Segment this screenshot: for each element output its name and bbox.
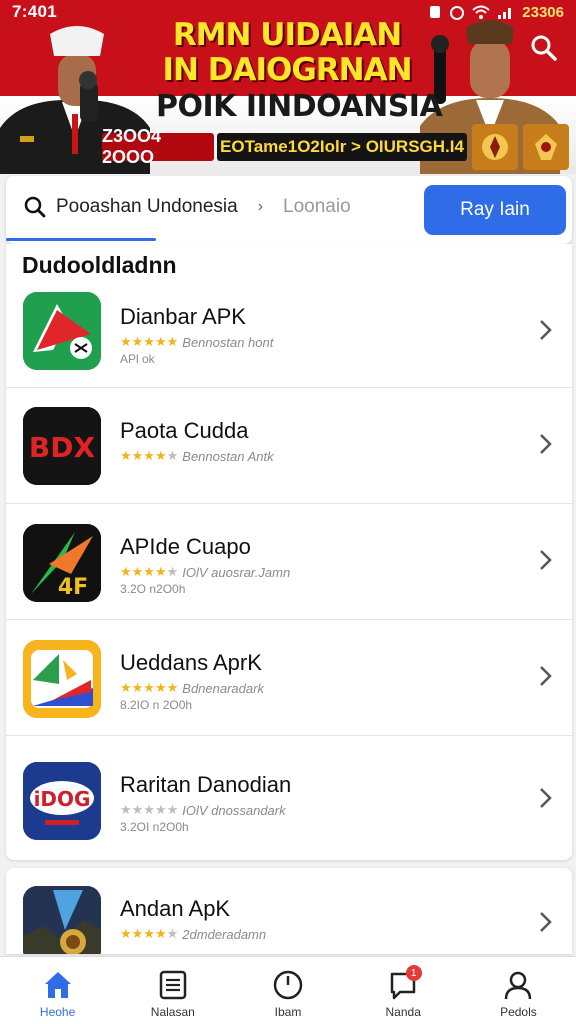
app-name: Raritan Danodian xyxy=(120,772,292,797)
list-item[interactable]: Dianbar APK ★★★★★ Bennostan hont APl ok xyxy=(6,272,572,388)
status-time: 7:401 xyxy=(12,2,57,21)
bdx-app-icon: BDX xyxy=(23,407,101,485)
nav-clock[interactable]: Ibam xyxy=(230,957,345,1024)
star-rating-icon: ★★★★★ xyxy=(120,802,179,817)
list-item[interactable]: Ueddans AprK ★★★★★ Bdnenaradark 8.2IO n … xyxy=(6,620,572,736)
search-icon[interactable] xyxy=(530,34,558,62)
rating-text: Bennostan Antk xyxy=(182,448,274,464)
idog-app-icon: iDOG xyxy=(23,762,101,840)
star-rating-icon: ★★★★★ xyxy=(120,334,179,349)
star-rating-icon: ★★★★★ xyxy=(120,448,179,463)
headline-line-1: RMN UIDAIAN xyxy=(172,17,402,53)
nav-label: Heohe xyxy=(39,1005,76,1019)
banner-promo-text: EOTame1O2Iolr > OIURSGH.I4 xyxy=(217,133,467,161)
app-name: Andan ApK xyxy=(120,896,231,921)
list-item[interactable]: Andan ApK ★★★★★ 2dmderadamn xyxy=(6,868,572,954)
nav-label: Nalasan xyxy=(150,1005,195,1019)
chevron-right-icon xyxy=(540,912,552,932)
app-rating: ★★★★★ Bdnenaradark xyxy=(120,680,264,696)
app-list-card-continued: Andan ApK ★★★★★ 2dmderadamn xyxy=(6,868,572,954)
star-rating-icon: ★★★★★ xyxy=(120,564,179,579)
app-rating: ★★★★★ IOlV auosrar.Jamn xyxy=(120,564,290,580)
signal-icon xyxy=(498,8,512,19)
home-icon xyxy=(44,972,71,998)
nav-list[interactable]: Nalasan xyxy=(115,957,230,1024)
app-rating: ★★★★★ Bennostan Antk xyxy=(120,448,274,464)
nav-chat[interactable]: 1 Nanda xyxy=(346,957,461,1024)
notification-icon xyxy=(430,6,441,18)
promo-banner[interactable]: 7:401 23306 RMN UIDAIAN IN DAIOGRNAN POI… xyxy=(0,0,576,174)
list-item[interactable]: 4F APIde Cuapo ★★★★★ IOlV auosrar.Jamn 3… xyxy=(6,504,572,620)
nav-profile[interactable]: Pedols xyxy=(461,957,576,1024)
search-card: Pooashan Undonesia › Loonaio Ray Iain xyxy=(6,176,572,244)
app-name: APIde Cuapo xyxy=(120,534,251,559)
app-name: Paota Cudda xyxy=(120,418,249,443)
emblem-icon xyxy=(472,124,518,170)
app-rating: ★★★★★ Bennostan hont xyxy=(120,334,273,350)
search-scope-text: Loonaio xyxy=(283,196,351,217)
rating-text: IOlV auosrar.Jamn xyxy=(182,564,291,580)
nav-home[interactable]: Heohe xyxy=(0,957,115,1024)
star-rating-icon: ★★★★★ xyxy=(120,926,179,941)
app-meta: APl ok xyxy=(120,352,155,366)
svg-text:4F: 4F xyxy=(58,575,88,600)
green-orange-app-icon: 4F xyxy=(23,524,101,602)
banner-headline: RMN UIDAIAN IN DAIOGRNAN POIK IINDOANSIA xyxy=(156,17,443,124)
chevron-right-icon xyxy=(540,550,552,570)
clock-icon xyxy=(273,970,303,1000)
app-list-card: Dudooldladnn Dianbar APK ★★★★★ Bennostan… xyxy=(6,244,572,860)
chevron-right-icon xyxy=(540,434,552,454)
search-input[interactable]: Pooashan Undonesia › Loonaio xyxy=(24,196,351,218)
app-rating: ★★★★★ IOlV dnossandark xyxy=(120,802,286,818)
map-app-icon xyxy=(23,640,101,718)
app-meta: 3.2OI n2O0h xyxy=(120,820,189,834)
red-arrow-app-icon xyxy=(23,292,101,370)
svg-text:BDX: BDX xyxy=(29,431,96,464)
app-name: Dianbar APK xyxy=(120,304,246,329)
list-item[interactable]: iDOG Raritan Danodian ★★★★★ IOlV dnossan… xyxy=(6,736,572,852)
svg-text:iDOG: iDOG xyxy=(34,787,91,811)
list-icon xyxy=(159,970,187,1000)
search-submit-button[interactable]: Ray Iain xyxy=(424,185,566,235)
banner-date-badge: Z3OO4 2OOO xyxy=(102,126,214,167)
rating-text: 2dmderadamn xyxy=(182,926,267,942)
chevron-right-icon xyxy=(540,320,552,340)
emblem-app-icon xyxy=(23,886,101,954)
star-rating-icon: ★★★★★ xyxy=(120,680,179,695)
wifi-icon xyxy=(472,5,490,19)
list-item[interactable]: BDX Paota Cudda ★★★★★ Bennostan Antk xyxy=(6,388,572,504)
app-name: Ueddans AprK xyxy=(120,650,262,675)
app-meta: 8.2IO n 2O0h xyxy=(120,698,193,712)
app-rating: ★★★★★ 2dmderadamn xyxy=(120,926,266,942)
nav-label: Nanda xyxy=(385,1005,421,1019)
headline-line-3: POIK IINDOANSIA xyxy=(156,89,443,124)
bottom-navigation: Heohe Nalasan Ibam 1 Nanda Pedols xyxy=(0,956,576,1024)
notification-badge: 1 xyxy=(405,965,422,981)
rating-text: IOlV dnossandark xyxy=(182,802,286,818)
search-icon xyxy=(24,196,46,218)
battery-level: 23306 xyxy=(522,3,564,21)
rating-text: Bennostan hont xyxy=(182,334,274,350)
breadcrumb-separator: › xyxy=(257,198,264,215)
nav-label: Pedols xyxy=(500,1005,537,1019)
active-tab-indicator xyxy=(6,238,156,241)
alarm-icon xyxy=(450,6,465,20)
nav-label: Ibam xyxy=(274,1005,302,1019)
headline-line-2: IN DAIOGRNAN xyxy=(162,52,412,88)
rating-text: Bdnenaradark xyxy=(182,680,264,696)
chevron-right-icon xyxy=(540,666,552,686)
app-meta: 3.2O n2O0h xyxy=(120,582,186,596)
status-bar: 7:401 23306 xyxy=(0,0,576,24)
profile-icon xyxy=(505,971,532,1000)
status-icons: 23306 xyxy=(428,4,564,21)
garuda-emblem-icon xyxy=(523,124,569,170)
search-query-text: Pooashan Undonesia xyxy=(56,196,238,217)
chevron-right-icon xyxy=(540,788,552,808)
